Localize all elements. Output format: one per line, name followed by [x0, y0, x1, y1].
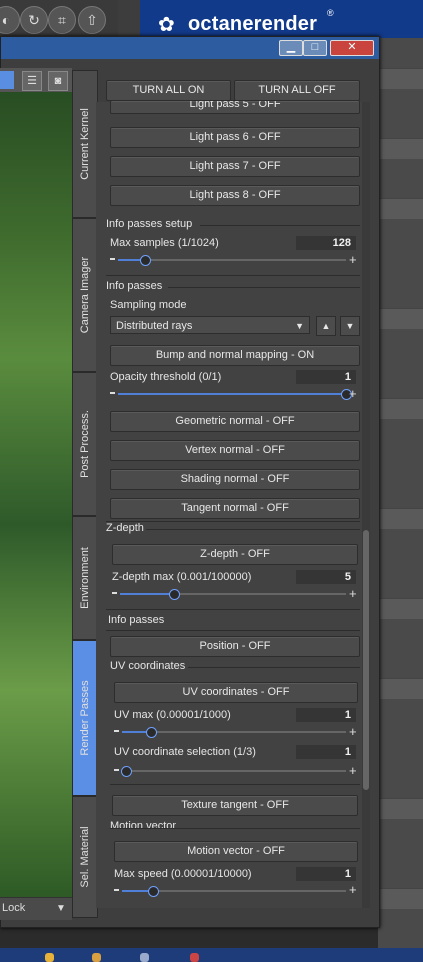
background-panel-right — [378, 38, 423, 948]
minus-icon[interactable] — [114, 769, 119, 771]
zdepth-title: Z-depth — [106, 522, 144, 534]
uv-max-label: UV max (0.00001/1000) — [114, 709, 231, 721]
plus-icon[interactable]: + — [349, 587, 357, 600]
zdepth-button[interactable]: Z-depth - OFF — [112, 544, 358, 565]
texture-tangent-button[interactable]: Texture tangent - OFF — [112, 795, 358, 816]
minus-icon[interactable] — [114, 730, 119, 732]
divider — [168, 287, 360, 288]
vertex-normal-button[interactable]: Vertex normal - OFF — [110, 440, 360, 461]
plus-icon[interactable]: + — [349, 253, 357, 266]
max-speed-value[interactable]: 1 — [296, 867, 356, 881]
max-samples-label: Max samples (1/1024) — [110, 237, 219, 249]
light-pass-6-button[interactable]: Light pass 6 - OFF — [110, 127, 360, 148]
uv-max-value[interactable]: 1 — [296, 708, 356, 722]
tab-current-kernel[interactable]: Current Kernel — [72, 70, 98, 218]
slider-fill — [118, 393, 346, 395]
list-icon[interactable]: ☰ — [22, 71, 42, 91]
tab-render-passes[interactable]: Render Passes — [72, 640, 98, 796]
turn-all-off-button[interactable]: TURN ALL OFF — [234, 80, 360, 101]
divider — [110, 828, 360, 829]
uv-selection-slider[interactable] — [126, 770, 346, 772]
move-up-button[interactable]: ▲ — [316, 316, 336, 336]
tab-sel-material[interactable]: Sel. Material — [72, 796, 98, 918]
motion-vector-title: Motion vector — [110, 820, 177, 832]
chevron-down-icon: ▼ — [56, 903, 66, 914]
uv-selection-label: UV coordinate selection (1/3) — [114, 746, 256, 758]
divider — [106, 630, 360, 631]
minus-icon[interactable] — [110, 258, 115, 260]
chevron-down-icon: ▼ — [295, 321, 304, 331]
info-passes-title-2: Info passes — [108, 614, 165, 626]
close-button[interactable]: ✕ — [330, 40, 374, 56]
divider — [146, 529, 360, 530]
max-samples-value[interactable]: 128 — [296, 236, 356, 250]
scrollbar-thumb[interactable] — [363, 530, 369, 790]
slider-knob[interactable] — [121, 766, 132, 777]
minus-icon[interactable] — [112, 592, 117, 594]
maximize-button[interactable]: □ — [303, 40, 327, 56]
tab-post-process[interactable]: Post Process. — [72, 372, 98, 516]
background-scrollbar[interactable] — [118, 0, 140, 40]
render-viewport[interactable] — [0, 68, 72, 898]
plus-icon[interactable]: + — [349, 764, 357, 777]
plus-icon[interactable]: + — [349, 725, 357, 738]
sampling-mode-label: Sampling mode — [110, 299, 187, 311]
panel-scrollbar[interactable] — [362, 102, 370, 908]
camera-icon[interactable]: ◙ — [48, 71, 68, 91]
opacity-threshold-value[interactable]: 1 — [296, 370, 356, 384]
sampling-mode-dropdown[interactable]: Distributed rays ▼ — [110, 316, 310, 334]
octane-brand-text: octanerender — [188, 13, 318, 35]
taskbar-app-icon[interactable] — [190, 953, 199, 962]
divider — [106, 521, 360, 522]
divider — [200, 225, 360, 226]
uv-selection-value[interactable]: 1 — [296, 745, 356, 759]
plus-icon[interactable]: + — [349, 883, 357, 896]
slider-fill — [120, 593, 175, 595]
minus-icon[interactable] — [110, 392, 115, 394]
move-down-button[interactable]: ▼ — [340, 316, 360, 336]
sampling-mode-value: Distributed rays — [116, 320, 193, 332]
divider — [106, 275, 360, 276]
turn-all-on-button[interactable]: TURN ALL ON — [106, 80, 231, 101]
lock-label: Lock — [2, 902, 26, 914]
info-passes-title: Info passes — [106, 280, 163, 292]
tangent-normal-button[interactable]: Tangent normal - OFF — [110, 498, 360, 519]
position-button[interactable]: Position - OFF — [110, 636, 360, 657]
toolbar-icon[interactable]: ◐ — [0, 6, 20, 34]
uv-coordinates-title: UV coordinates — [110, 660, 186, 672]
octane-logo-icon: ✿ — [158, 14, 175, 36]
tab-environment[interactable]: Environment — [72, 516, 98, 640]
info-passes-setup-title: Info passes setup — [106, 218, 193, 230]
minimize-button[interactable]: ▁ — [279, 40, 303, 56]
taskbar — [0, 948, 423, 962]
plus-icon[interactable]: + — [349, 387, 357, 400]
divider — [188, 667, 360, 668]
divider — [110, 784, 360, 785]
opacity-threshold-label: Opacity threshold (0/1) — [110, 371, 222, 383]
shading-normal-button[interactable]: Shading normal - OFF — [110, 469, 360, 490]
geometric-normal-button[interactable]: Geometric normal - OFF — [110, 411, 360, 432]
refresh-icon[interactable]: ↻ — [20, 6, 48, 34]
upload-icon[interactable]: ⇧ — [78, 6, 106, 34]
zdepth-max-label: Z-depth max (0.001/100000) — [112, 571, 252, 583]
lock-dropdown[interactable]: Lock ▼ — [0, 897, 72, 920]
uv-coordinates-button[interactable]: UV coordinates - OFF — [114, 682, 358, 703]
minus-icon[interactable] — [114, 889, 119, 891]
light-pass-7-button[interactable]: Light pass 7 - OFF — [110, 156, 360, 177]
light-pass-5-button[interactable]: Light pass 5 - OFF — [110, 100, 360, 114]
taskbar-app-icon[interactable] — [45, 953, 54, 962]
max-speed-label: Max speed (0.00001/10000) — [114, 868, 252, 880]
bump-normal-mapping-button[interactable]: Bump and normal mapping - ON — [110, 345, 360, 366]
zdepth-max-value[interactable]: 5 — [296, 570, 356, 584]
viewport-select-button[interactable] — [0, 71, 14, 89]
taskbar-folder-icon[interactable] — [92, 953, 101, 962]
light-pass-8-button[interactable]: Light pass 8 - OFF — [110, 185, 360, 206]
taskbar-app-icon[interactable] — [140, 953, 149, 962]
max-samples-slider[interactable] — [118, 259, 346, 261]
motion-vector-button[interactable]: Motion vector - OFF — [114, 841, 358, 862]
tab-camera-imager[interactable]: Camera Imager — [72, 218, 98, 372]
divider — [106, 609, 360, 610]
fit-view-icon[interactable]: ⌗ — [48, 6, 76, 34]
registered-mark: ® — [327, 8, 334, 18]
